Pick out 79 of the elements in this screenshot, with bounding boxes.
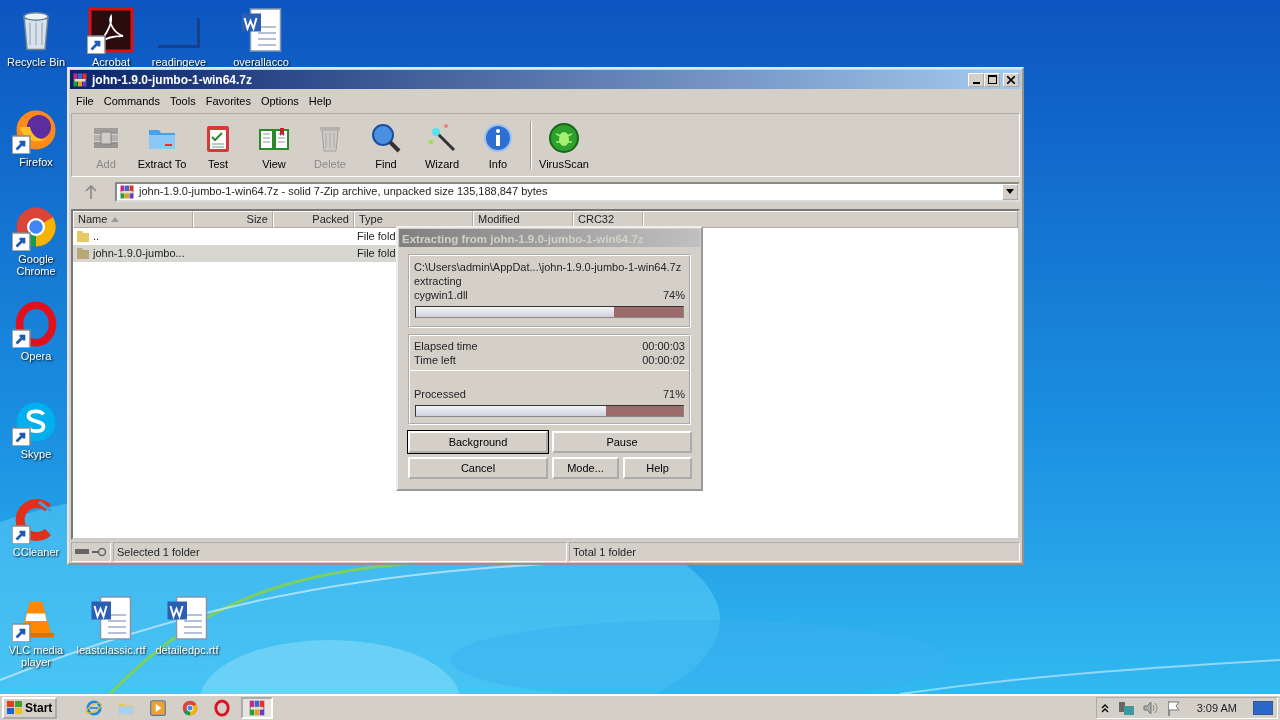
toolbar-button[interactable]: Wizard — [416, 116, 468, 173]
up-arrow-icon — [85, 184, 97, 199]
menu-item[interactable]: Commands — [98, 92, 165, 111]
start-button[interactable]: Start — [2, 697, 58, 719]
bug-icon — [548, 122, 580, 154]
toolbar-button[interactable]: VirusScan — [538, 116, 590, 173]
status-total: Total 1 folder — [569, 542, 1020, 562]
network-icon[interactable] — [1116, 700, 1135, 716]
info-icon — [482, 122, 514, 154]
dialog-button[interactable]: Pause — [552, 431, 692, 453]
opera-icon — [213, 699, 232, 717]
menu-item[interactable]: File — [71, 92, 99, 111]
chrome-icon — [181, 699, 200, 717]
play-button-icon — [149, 699, 168, 717]
minimize-button[interactable] — [968, 72, 985, 87]
icon-label[interactable]: Opera — [20, 350, 52, 362]
dialog-button[interactable]: Cancel — [408, 457, 548, 479]
type-cell-text: File fold — [357, 228, 396, 244]
toolbar-button[interactable]: Info — [472, 116, 524, 173]
icon-label[interactable]: Recycle Bin — [6, 56, 66, 68]
name-cell[interactable]: .. — [73, 227, 193, 245]
magnifier-icon — [370, 122, 402, 154]
archive-path: C:\Users\admin\AppDat...\john-1.9.0-jumbo-1-win64.7z — [414, 260, 682, 274]
dialog-button[interactable]: Background — [408, 431, 548, 453]
dialog-title: Extracting from john-1.9.0-jumbo-1-win64.7z — [399, 229, 700, 247]
status-text: Selected 1 folder — [113, 542, 567, 562]
maximize-button[interactable] — [984, 72, 1001, 87]
archive-books-icon — [119, 183, 135, 200]
archive-books-icon — [248, 699, 267, 717]
icon-label[interactable]: Firefox — [19, 156, 53, 168]
volume-icon[interactable] — [1142, 701, 1159, 715]
window-title: john-1.9.0-jumbo-1-win64.7z — [92, 71, 253, 89]
time-label: Elapsed time — [414, 339, 478, 353]
time-value: 00:00:02 — [642, 353, 685, 367]
chevron-icon[interactable] — [1100, 703, 1109, 713]
processed-percent: 71% — [662, 387, 685, 401]
dropdown-button[interactable] — [1002, 183, 1018, 200]
archive-books-icon — [72, 71, 88, 88]
action-label: extracting — [414, 274, 462, 288]
toolbar-button[interactable]: Test — [192, 116, 244, 173]
menu-item[interactable]: Options — [255, 92, 304, 111]
file-percent: 74% — [662, 288, 685, 302]
folder-icon — [76, 246, 90, 260]
menu-item[interactable]: Help — [303, 92, 337, 111]
column-header[interactable]: Name — [73, 210, 193, 228]
icon-label[interactable]: readingeve — [151, 56, 207, 68]
icon-label[interactable]: Google Chrome — [3, 253, 69, 277]
address-field[interactable]: john-1.9.0-jumbo-1-win64.7z - solid 7-Zip archive, unpacked size 135,188,847 bytes — [115, 181, 1020, 202]
column-header[interactable]: Type — [354, 210, 473, 228]
toolbar-button[interactable]: Find — [360, 116, 412, 173]
minimize-icon — [972, 81, 980, 84]
windows-logo-icon — [7, 701, 23, 715]
toolbar-button[interactable]: Extract To — [136, 116, 188, 173]
dialog-button[interactable]: Mode... — [552, 457, 619, 479]
file-name: cygwin1.dll — [414, 288, 468, 302]
processed-label: Processed — [414, 387, 466, 401]
globe-e-icon — [85, 699, 104, 717]
time-value: 00:00:03 — [642, 339, 685, 353]
drive-icon — [75, 549, 89, 555]
close-icon — [1007, 75, 1015, 84]
maximize-icon — [987, 75, 997, 84]
type-cell-text: File fold — [357, 245, 396, 261]
dialog-button[interactable]: Help — [623, 457, 692, 479]
time-label: Time left — [414, 353, 456, 367]
sort-arrow-icon — [111, 216, 120, 222]
column-header[interactable]: Size — [193, 210, 273, 228]
archive-books-taskbar-button[interactable] — [241, 697, 274, 719]
column-header[interactable]: Packed — [273, 210, 354, 228]
caret-icon — [1006, 189, 1014, 194]
key-icon — [91, 547, 106, 557]
menu-item[interactable]: Tools — [165, 92, 201, 111]
magic-wand-icon — [426, 122, 458, 154]
name-cell[interactable]: john-1.9.0-jumbo... — [73, 244, 193, 262]
flag-icon[interactable] — [1166, 700, 1181, 716]
icon-label[interactable]: Acrobat — [92, 56, 130, 68]
close-button[interactable] — [1003, 72, 1019, 87]
toolbar-button[interactable]: View — [248, 116, 300, 173]
menu-item[interactable]: Favorites — [200, 92, 256, 111]
icon-label[interactable]: overallacco — [233, 56, 289, 68]
